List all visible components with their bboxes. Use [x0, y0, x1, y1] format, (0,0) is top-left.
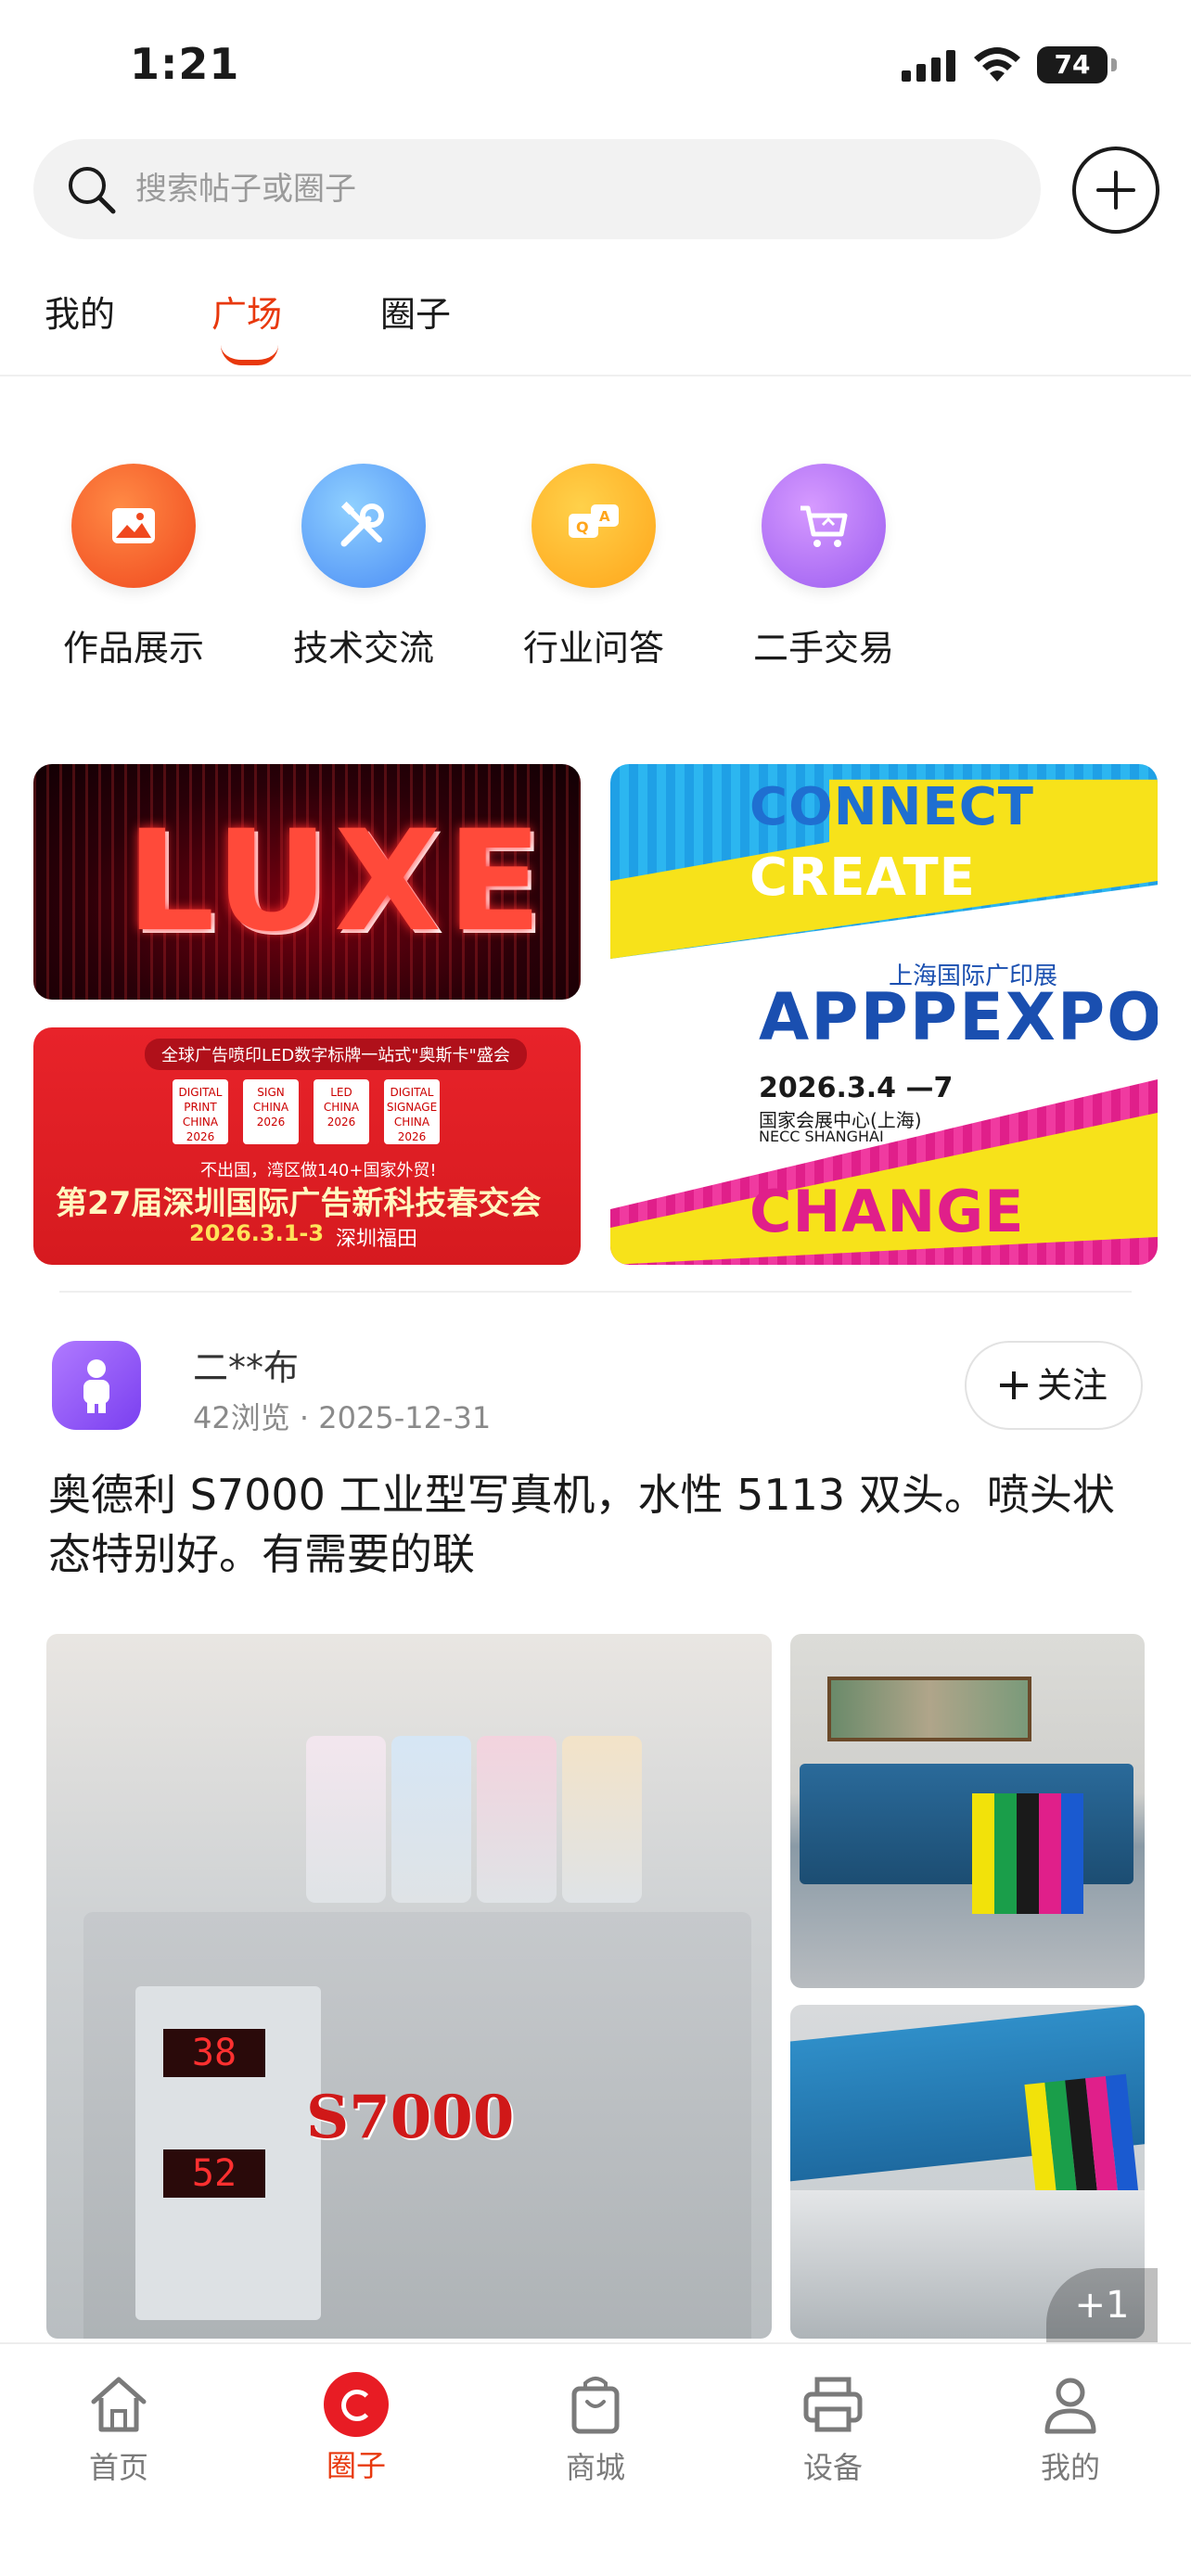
- nav-device[interactable]: 设备: [759, 2370, 907, 2487]
- ink-bottle: [391, 1736, 471, 1903]
- battery-cap: [1111, 58, 1117, 71]
- ink-bottle: [477, 1736, 557, 1903]
- post-image-main[interactable]: 38 52 S7000: [46, 1634, 772, 2339]
- banner-appp-date: 2026.3.4 —7: [759, 1072, 954, 1104]
- top-tabs: 我的 广场 圈子: [0, 278, 1191, 371]
- post-meta: 42浏览 · 2025-12-31: [193, 1395, 491, 1437]
- banner-expo-place: 深圳福田: [336, 1228, 418, 1251]
- post-views: 42浏览: [193, 1400, 290, 1435]
- banner-change-text: CHANGE: [749, 1178, 1025, 1245]
- banner-shenzhen-expo[interactable]: 全球广告喷印LED数字标牌一站式"奥斯卡"盛会 DIGITAL PRINT CH…: [33, 1027, 581, 1265]
- divider: [0, 375, 1191, 376]
- svg-text:Q: Q: [576, 518, 589, 536]
- category-showcase[interactable]: 作品展示: [41, 464, 226, 670]
- expo-logo: LED CHINA 2026: [314, 1079, 369, 1144]
- color-bar: [994, 1793, 1017, 1914]
- search-icon: [69, 167, 116, 214]
- user-icon: [1044, 2378, 1096, 2434]
- category-label: 作品展示: [62, 628, 204, 669]
- nav-label: 圈子: [326, 2448, 386, 2483]
- temperature-display: 52: [163, 2149, 265, 2198]
- add-post-button[interactable]: [1072, 147, 1159, 234]
- nav-label: 设备: [802, 2450, 863, 2485]
- ink-bottles: [306, 1736, 642, 1903]
- user-avatar-icon: [83, 1359, 109, 1413]
- color-bar: [972, 1793, 994, 1914]
- status-time: 1:21: [130, 39, 240, 89]
- active-tab-indicator: [221, 345, 278, 365]
- post-image-2[interactable]: [790, 1634, 1145, 1988]
- color-bar: [1061, 1793, 1083, 1914]
- qa-icon: QA: [531, 464, 656, 588]
- banner-create-text: CREATE: [749, 848, 976, 908]
- category-label: 技术交流: [292, 628, 434, 669]
- shopping-bag-icon: [571, 2377, 620, 2434]
- circle-icon: [324, 2372, 389, 2437]
- category-tech[interactable]: 技术交流: [271, 464, 456, 670]
- divider: [59, 1291, 1132, 1293]
- model-label: S7000: [306, 2083, 515, 2152]
- nav-me[interactable]: 我的: [996, 2370, 1145, 2487]
- banner-expo-headline: 全球广告喷印LED数字标牌一站式"奥斯卡"盛会: [145, 1039, 527, 1070]
- banner-expo-logos: DIGITAL PRINT CHINA 2026 SIGN CHINA 2026…: [173, 1079, 442, 1144]
- avatar[interactable]: [52, 1341, 141, 1430]
- follow-button[interactable]: 关注: [965, 1341, 1143, 1430]
- bottom-navigation: 首页 圈子 商城 设备 我的: [0, 2342, 1191, 2576]
- tab-square[interactable]: 广场: [211, 286, 282, 337]
- temperature-display: 38: [163, 2029, 265, 2077]
- printer-icon: [803, 2377, 863, 2432]
- banner-connect-text: CONNECT: [749, 777, 1034, 837]
- nav-label: 我的: [1040, 2450, 1100, 2485]
- category-label: 二手交易: [752, 628, 894, 669]
- ink-bottle: [562, 1736, 642, 1903]
- post-text[interactable]: 奥德利 S7000 工业型写真机，水性 5113 双头。喷头状态特别好。有需要的…: [48, 1465, 1143, 1584]
- color-bar: [1017, 1793, 1039, 1914]
- tools-icon: [301, 464, 426, 588]
- nav-label: 首页: [88, 2450, 148, 2485]
- banner-luxe-text: LUXE: [126, 801, 548, 963]
- search-bar[interactable]: [33, 139, 1041, 239]
- tab-my[interactable]: 我的: [45, 286, 115, 337]
- battery-indicator: 74: [1037, 46, 1117, 83]
- cart-icon: [762, 464, 886, 588]
- banner-luxe[interactable]: LUXE: [33, 764, 581, 1000]
- expo-logo: DIGITAL PRINT CHINA 2026: [173, 1079, 228, 1144]
- control-panel: 38 52: [135, 1986, 321, 2320]
- category-secondhand[interactable]: 二手交易: [731, 464, 916, 670]
- nav-circle[interactable]: 圈子: [282, 2370, 430, 2485]
- svg-text:A: A: [599, 508, 610, 525]
- tab-circle[interactable]: 圈子: [380, 286, 451, 337]
- cellular-signal-icon: [902, 50, 955, 82]
- wall-painting: [827, 1677, 1031, 1741]
- color-bars: [972, 1793, 1083, 1914]
- wifi-icon: [974, 47, 1020, 82]
- ink-bottle: [306, 1736, 386, 1903]
- post-date: 2025-12-31: [318, 1400, 492, 1435]
- search-input[interactable]: [135, 161, 970, 217]
- home-icon: [91, 2377, 147, 2432]
- banner-expo-title: 第27届深圳国际广告新科技春交会: [56, 1185, 542, 1222]
- nav-home[interactable]: 首页: [45, 2370, 193, 2487]
- battery-level: 74: [1037, 46, 1108, 83]
- banner-appp-venue-en: NECC SHANGHAI: [759, 1128, 884, 1145]
- expo-logo: SIGN CHINA 2026: [243, 1079, 299, 1144]
- nav-mall[interactable]: 商城: [521, 2370, 670, 2487]
- banner-apppexpo[interactable]: CONNECT CREATE 上海国际广印展 APPPEXPO 2026.3.4…: [610, 764, 1158, 1265]
- follow-label: 关注: [1036, 1365, 1108, 1406]
- banner-appp-title: APPPEXPO: [759, 979, 1158, 1055]
- color-bar: [1039, 1793, 1061, 1914]
- nav-label: 商城: [565, 2450, 625, 2485]
- picture-icon: [71, 464, 196, 588]
- category-qa[interactable]: QA 行业问答: [501, 464, 686, 670]
- printer-body: [800, 1764, 1133, 1884]
- meta-separator: ·: [299, 1400, 310, 1435]
- status-bar: 1:21 74: [0, 0, 1191, 130]
- plus-icon: [999, 1371, 1028, 1399]
- category-label: 行业问答: [522, 628, 664, 669]
- expo-logo: DIGITAL SIGNAGE CHINA 2026: [384, 1079, 440, 1144]
- banner-expo-date: 2026.3.1-3: [189, 1220, 325, 1246]
- post-author[interactable]: 二**布: [193, 1339, 299, 1390]
